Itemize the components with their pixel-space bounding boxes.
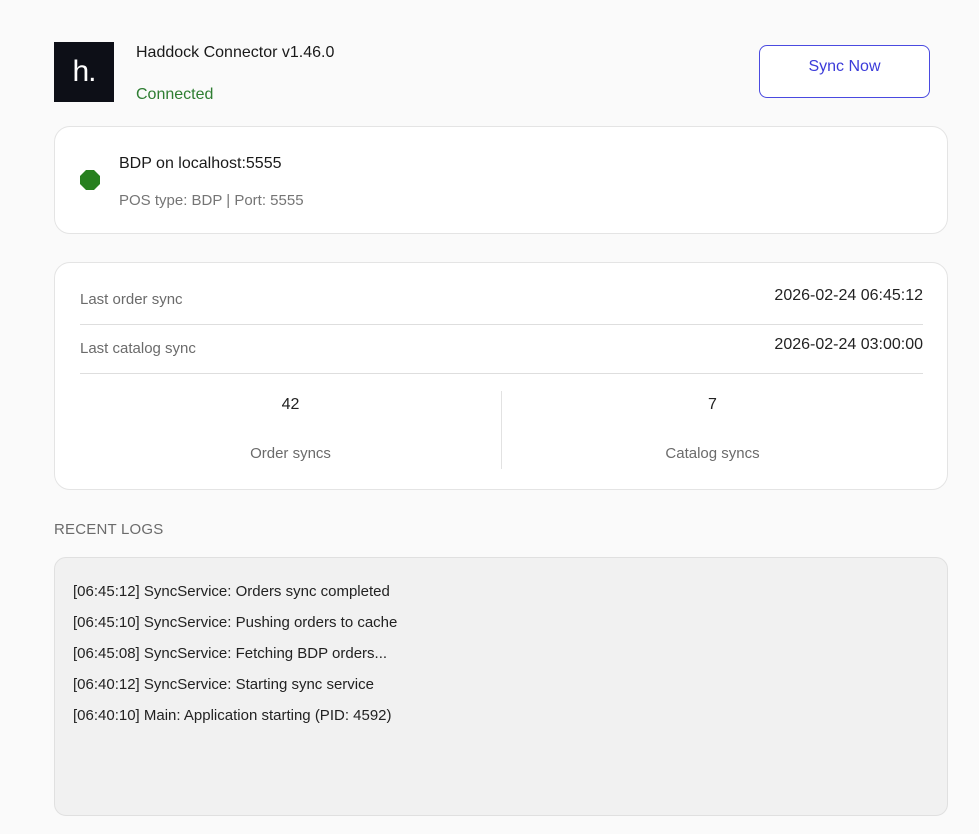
stat-label: Last order sync xyxy=(80,291,183,308)
counter-label: Order syncs xyxy=(250,445,331,462)
catalog-syncs-counter: 7 Catalog syncs xyxy=(502,389,923,469)
last-catalog-sync-row: Last catalog sync 2026-02-24 03:00:00 xyxy=(80,325,923,374)
order-syncs-counter: 42 Order syncs xyxy=(80,389,501,469)
status-dot-icon xyxy=(80,170,100,190)
pos-meta: POS type: BDP | Port: 5555 xyxy=(119,192,304,209)
log-line: [06:45:12] SyncService: Orders sync comp… xyxy=(73,583,390,600)
log-line: [06:40:10] Main: Application starting (P… xyxy=(73,707,392,724)
recent-logs-panel[interactable]: [06:45:12] SyncService: Orders sync comp… xyxy=(54,557,948,816)
pos-card: BDP on localhost:5555 POS type: BDP | Po… xyxy=(54,126,948,234)
app-title: Haddock Connector v1.46.0 xyxy=(136,44,335,61)
stat-label: Last catalog sync xyxy=(80,340,196,357)
connector-window: h. Haddock Connector v1.46.0 Connected S… xyxy=(0,0,979,834)
counter-label: Catalog syncs xyxy=(665,445,760,462)
log-line: [06:45:08] SyncService: Fetching BDP ord… xyxy=(73,645,388,662)
counter-value: 7 xyxy=(708,396,717,413)
sync-stats-card: Last order sync 2026-02-24 06:45:12 Last… xyxy=(54,262,948,490)
log-line: [06:45:10] SyncService: Pushing orders t… xyxy=(73,614,398,631)
header: h. Haddock Connector v1.46.0 Connected S… xyxy=(54,40,931,104)
pos-name: BDP on localhost:5555 xyxy=(119,155,282,172)
stat-value: 2026-02-24 06:45:12 xyxy=(774,287,923,304)
log-line: [06:40:12] SyncService: Starting sync se… xyxy=(73,676,374,693)
last-order-sync-row: Last order sync 2026-02-24 06:45:12 xyxy=(80,276,923,325)
recent-logs-heading: RECENT LOGS xyxy=(54,521,164,538)
counter-value: 42 xyxy=(281,396,300,413)
app-logo: h. xyxy=(54,42,114,102)
stat-value: 2026-02-24 03:00:00 xyxy=(774,336,923,353)
sync-now-button[interactable]: Sync Now xyxy=(759,45,930,98)
connection-status: Connected xyxy=(136,86,214,103)
